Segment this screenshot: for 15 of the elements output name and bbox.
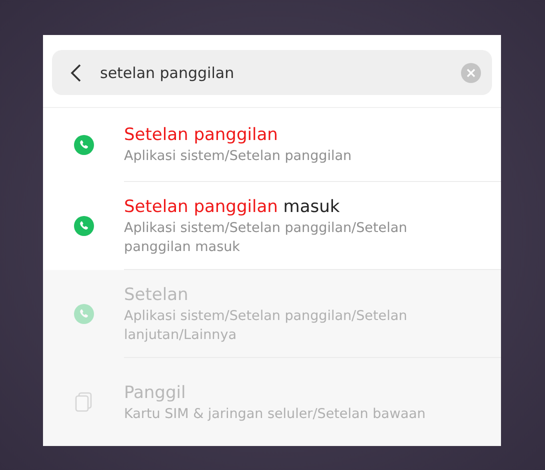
phone-icon (74, 216, 94, 236)
result-path: Kartu SIM & jaringan seluler/Setelan bawaan (124, 404, 427, 424)
search-field[interactable]: setelan panggilan (52, 50, 492, 95)
copy-icon (74, 392, 92, 412)
result-path: Aplikasi sistem/Setelan panggilan/Setelan panggilan masuk (124, 218, 408, 256)
search-input[interactable]: setelan panggilan (100, 64, 443, 82)
phone-icon (74, 304, 94, 324)
result-path: Aplikasi sistem/Setelan panggilan (124, 147, 353, 166)
result-title: Setelan (124, 284, 190, 306)
result-path: Aplikasi sistem/Setelan panggilan/Setelan lanjutan/Lainnya (124, 306, 408, 344)
result-title: Panggil (124, 382, 187, 404)
phone-icon (74, 135, 94, 155)
back-icon[interactable] (70, 62, 82, 82)
result-title: Setelan panggilan masuk (124, 196, 341, 218)
result-title: Setelan panggilan (124, 124, 279, 147)
